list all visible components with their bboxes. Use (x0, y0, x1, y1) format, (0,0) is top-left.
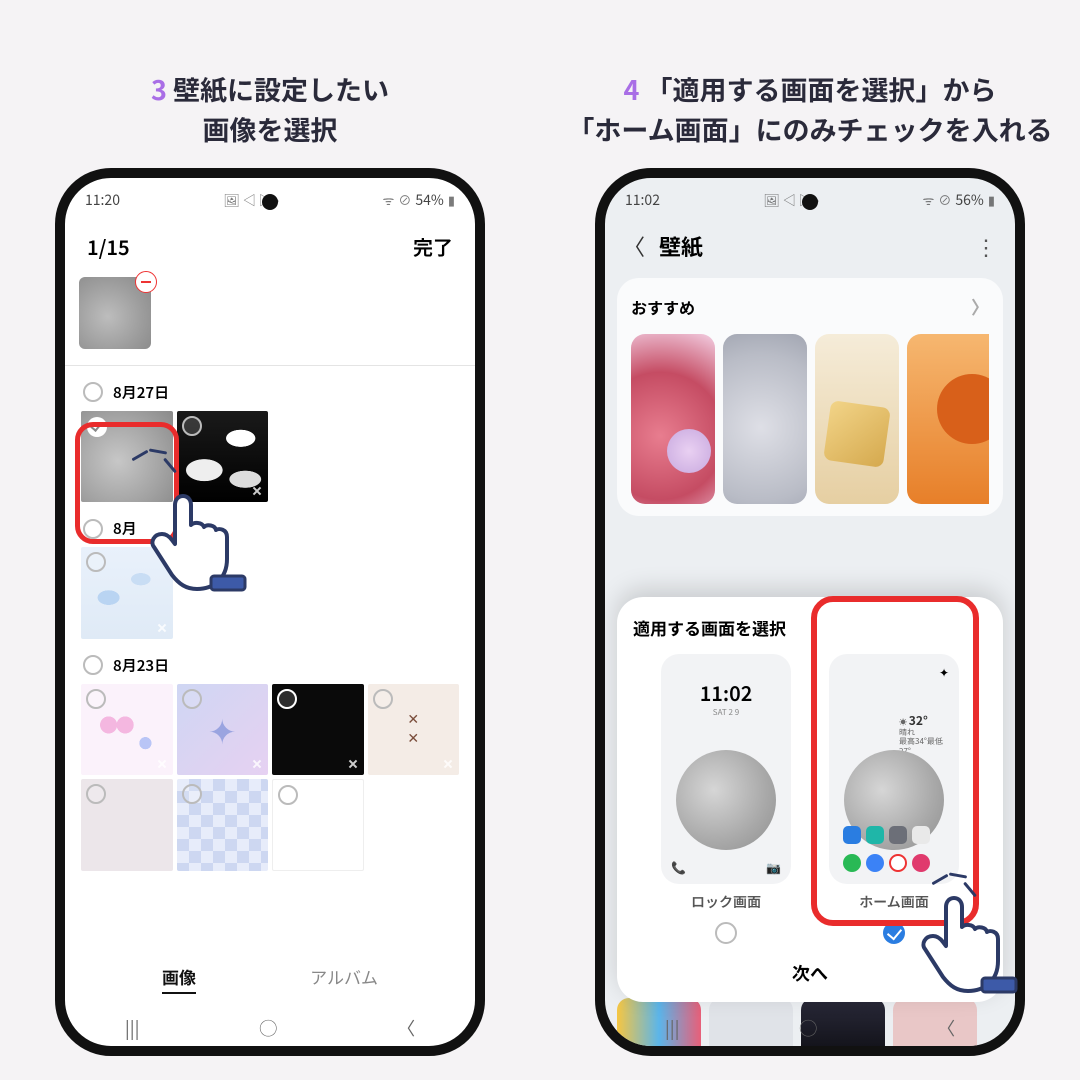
dock-icon (912, 854, 930, 872)
thumb-selected-icon (87, 417, 107, 437)
wifi-icon: ᯤ (383, 190, 395, 209)
bottom-tabs: 画像 アルバム (65, 950, 475, 1008)
gallery-thumb[interactable] (177, 411, 269, 503)
apply-screen-sheet: 適用する画面を選択 11:02 SAT 2 9 📞📷 ロック画面 ✦ ☀ (617, 597, 1003, 1002)
preview-home[interactable]: ✦ ☀ 32°晴れ最高34°最低27° (829, 654, 959, 884)
recommended-label: おすすめ (631, 295, 695, 319)
preview-lock[interactable]: 11:02 SAT 2 9 📞 📷 (661, 654, 791, 884)
sparkle-icon: ✦ (939, 664, 949, 681)
phone-icon: 📞 (671, 859, 686, 876)
wallpaper-option[interactable] (815, 334, 899, 504)
battery-icon: ▮ (988, 190, 995, 209)
thumb-ring (86, 689, 106, 709)
thumb-ring (182, 689, 202, 709)
expand-icon (247, 754, 267, 774)
date-select-ring[interactable] (83, 382, 103, 402)
dock-icon (866, 854, 884, 872)
chevron-right-icon[interactable]: 〉 (971, 294, 989, 320)
phone-left: 11:20 🖼 ◁ ▷ • ᯤ ⊘ 54% ▮ 1/15 完了 8月27日 (55, 168, 485, 1056)
lock-preview-date: SAT 2 9 (713, 707, 739, 718)
divider (65, 365, 475, 366)
gallery-thumb[interactable] (177, 779, 269, 871)
tab-images[interactable]: 画像 (162, 964, 196, 994)
gallery-thumb[interactable] (177, 684, 269, 776)
expand-icon (152, 618, 172, 638)
expand-icon (152, 754, 172, 774)
status-time: 11:20 (85, 190, 120, 210)
recommended-card: おすすめ 〉 (617, 278, 1003, 516)
app-icon (866, 826, 884, 844)
wifi-icon: ᯤ (923, 190, 935, 209)
expand-icon (438, 754, 458, 774)
status-battery: 56% (955, 190, 983, 210)
android-navbar: ||| ◯ 〈 (65, 1010, 475, 1046)
gallery-thumb[interactable] (81, 547, 173, 639)
page-title: 壁紙 (659, 230, 961, 262)
dnd-icon: ⊘ (938, 190, 951, 209)
date-label: 8月 (113, 518, 137, 539)
nav-back-icon[interactable]: 〈 (937, 1015, 955, 1041)
thumb-ring (182, 784, 202, 804)
selected-thumbnail[interactable] (79, 277, 151, 349)
done-button[interactable]: 完了 (413, 232, 453, 261)
date-label: 8月27日 (113, 382, 169, 403)
gallery-thumb[interactable] (272, 779, 364, 871)
thumb-ring (182, 416, 202, 436)
gallery-thumb[interactable] (81, 779, 173, 871)
dock-icon (889, 854, 907, 872)
step-caption-4: 4「適用する画面を選択」から 「ホーム画面」にのみチェックを入れる (540, 28, 1080, 150)
home-label: ホーム画面 (859, 892, 929, 912)
gallery-thumb[interactable] (272, 684, 364, 776)
thumb-ring (278, 785, 298, 805)
expand-icon (247, 481, 267, 501)
preview-wallpaper (676, 750, 776, 850)
dock-icon (843, 854, 861, 872)
next-button[interactable]: 次へ (633, 944, 987, 990)
tab-albums[interactable]: アルバム (310, 964, 378, 994)
battery-icon: ▮ (448, 190, 455, 209)
back-button[interactable]: 〈 (623, 230, 645, 262)
selection-counter: 1/15 (87, 232, 130, 261)
app-icon (843, 826, 861, 844)
thumb-ring (373, 689, 393, 709)
nav-home-icon[interactable]: ◯ (799, 1015, 817, 1041)
phone-right: 11:02 🖼 ◁ ▷ • ᯤ ⊘ 56% ▮ 〈 壁紙 ⋮ おすすめ 〉 (595, 168, 1025, 1056)
status-battery: 54% (415, 190, 443, 210)
wallpaper-option[interactable] (723, 334, 807, 504)
thumb-ring (86, 552, 106, 572)
sheet-title: 適用する画面を選択 (633, 615, 987, 640)
date-select-ring[interactable] (83, 655, 103, 675)
gallery-thumb[interactable] (81, 411, 173, 503)
app-icon (912, 826, 930, 844)
lock-label: ロック画面 (691, 892, 761, 912)
nav-recent-icon[interactable]: ||| (665, 1015, 680, 1041)
nav-back-icon[interactable]: 〈 (397, 1015, 415, 1041)
camera-icon: 📷 (766, 859, 781, 876)
nav-recent-icon[interactable]: ||| (125, 1015, 140, 1041)
weather-widget: ☀ 32°晴れ最高34°最低27° (899, 714, 949, 757)
camera-notch (802, 194, 818, 210)
lock-preview-time: 11:02 (700, 678, 753, 707)
dnd-icon: ⊘ (398, 190, 411, 209)
app-icon (889, 826, 907, 844)
nav-home-icon[interactable]: ◯ (259, 1015, 277, 1041)
more-icon[interactable]: ⋮ (975, 230, 997, 262)
gallery-thumb[interactable] (368, 684, 460, 776)
home-radio[interactable] (883, 922, 905, 944)
wallpaper-option[interactable] (631, 334, 715, 504)
date-label: 8月23日 (113, 655, 169, 676)
wallpaper-option[interactable] (907, 334, 989, 504)
status-time: 11:02 (625, 190, 660, 210)
android-navbar: ||| ◯ 〈 (605, 1010, 1015, 1046)
thumb-ring (86, 784, 106, 804)
camera-notch (262, 194, 278, 210)
expand-icon (343, 754, 363, 774)
step-caption-3: 3壁紙に設定したい 画像を選択 (0, 28, 540, 150)
thumb-ring (277, 689, 297, 709)
gallery-thumb[interactable] (81, 684, 173, 776)
date-select-ring[interactable] (83, 519, 103, 539)
lock-radio[interactable] (715, 922, 737, 944)
